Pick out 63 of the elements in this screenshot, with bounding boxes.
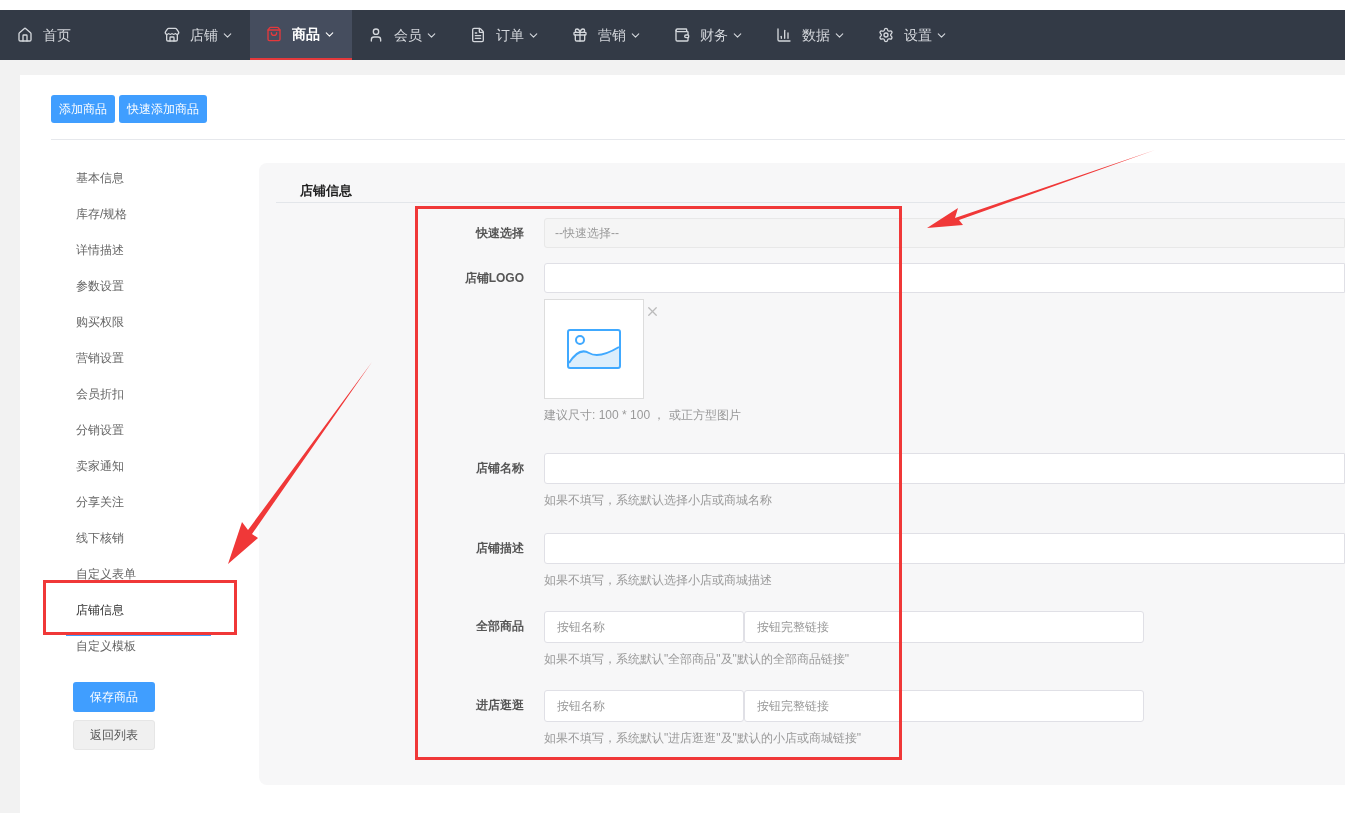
sidebar-tab[interactable]: 库存/规格 xyxy=(66,204,211,240)
remove-image-icon[interactable] xyxy=(645,304,660,319)
gift-icon xyxy=(572,27,588,43)
nav-label: 店铺 xyxy=(190,25,218,45)
nav-item[interactable]: 设置 xyxy=(862,10,964,60)
nav-item[interactable]: 店铺 xyxy=(148,10,250,60)
nav-item[interactable]: 数据 xyxy=(760,10,862,60)
nav-label: 订单 xyxy=(496,25,524,45)
wallet-icon xyxy=(674,27,690,43)
button-name-field[interactable]: 按钮名称 xyxy=(544,690,744,722)
nav-item[interactable]: 财务 xyxy=(658,10,760,60)
sidebar-tab[interactable]: 详情描述 xyxy=(66,240,211,276)
nav-label: 营销 xyxy=(598,25,626,45)
field-hint: 建议尺寸: 100 * 100 ， 或正方型图片 xyxy=(544,407,742,423)
image-placeholder-icon xyxy=(567,329,621,369)
image-upload-box[interactable] xyxy=(544,299,644,399)
nav-label: 设置 xyxy=(904,25,932,45)
nav-item[interactable]: 营销 xyxy=(556,10,658,60)
field-hint: 如果不填写，系统默认选择小店或商城描述 xyxy=(544,572,773,588)
field-hint: 如果不填写，系统默认选择小店或商城名称 xyxy=(544,492,773,508)
sidebar-tab[interactable]: 卖家通知 xyxy=(66,456,211,492)
settings-icon xyxy=(878,27,894,43)
home-icon xyxy=(17,27,33,43)
nav-label: 财务 xyxy=(700,25,728,45)
bar-chart-icon xyxy=(776,27,792,43)
sidebar-tab[interactable]: 分享关注 xyxy=(66,492,211,528)
field-hint: 如果不填写，系统默认"全部商品"及"默认的全部商品链接" xyxy=(544,651,851,667)
sidebar-tab[interactable]: 分销设置 xyxy=(66,420,211,456)
nav-item[interactable]: 会员 xyxy=(352,10,454,60)
sidebar-tab[interactable]: 线下核销 xyxy=(66,528,211,564)
logo-input-field[interactable] xyxy=(544,263,1345,293)
store-icon xyxy=(164,27,180,43)
bag-icon xyxy=(266,26,282,42)
field-hint: 如果不填写，系统默认"进店逛逛"及"默认的小店或商城链接" xyxy=(544,730,863,746)
sidebar-tab[interactable]: 自定义模板 xyxy=(66,636,211,672)
back-button[interactable]: 返回列表 xyxy=(73,720,155,750)
button-link-field[interactable]: 按钮完整链接 xyxy=(744,690,1144,722)
document-icon xyxy=(470,27,486,43)
text-input-field[interactable] xyxy=(544,533,1345,564)
field-label: 店铺名称 xyxy=(475,460,525,477)
nav-label: 首页 xyxy=(43,25,71,45)
nav-label: 会员 xyxy=(394,25,422,45)
sidebar-tab[interactable]: 参数设置 xyxy=(66,276,211,312)
field-label: 进店逛逛 xyxy=(475,697,525,714)
nav-item[interactable]: 商品 xyxy=(250,10,352,60)
field-label: 全部商品 xyxy=(475,618,525,635)
sidebar-tab[interactable]: 自定义表单 xyxy=(66,564,211,600)
field-label: 快速选择 xyxy=(474,225,525,242)
nav-label: 商品 xyxy=(292,24,320,44)
sidebar-tab[interactable]: 店铺信息 xyxy=(66,600,211,636)
button-link-field[interactable]: 按钮完整链接 xyxy=(744,611,1144,643)
field-label: 店铺LOGO xyxy=(463,270,525,287)
sidebar-tab[interactable]: 购买权限 xyxy=(66,312,211,348)
user-icon xyxy=(368,27,384,43)
nav-item[interactable]: 首页 xyxy=(0,10,148,60)
nav-item[interactable]: 订单 xyxy=(454,10,556,60)
text-input-field[interactable] xyxy=(544,453,1345,484)
field-label: 店铺描述 xyxy=(475,540,525,557)
sidebar-tab[interactable]: 会员折扣 xyxy=(66,384,211,420)
nav-label: 数据 xyxy=(802,25,830,45)
sidebar-tab[interactable]: 营销设置 xyxy=(66,348,211,384)
sidebar-tab[interactable]: 基本信息 xyxy=(66,168,211,204)
button-name-field[interactable]: 按钮名称 xyxy=(544,611,744,643)
